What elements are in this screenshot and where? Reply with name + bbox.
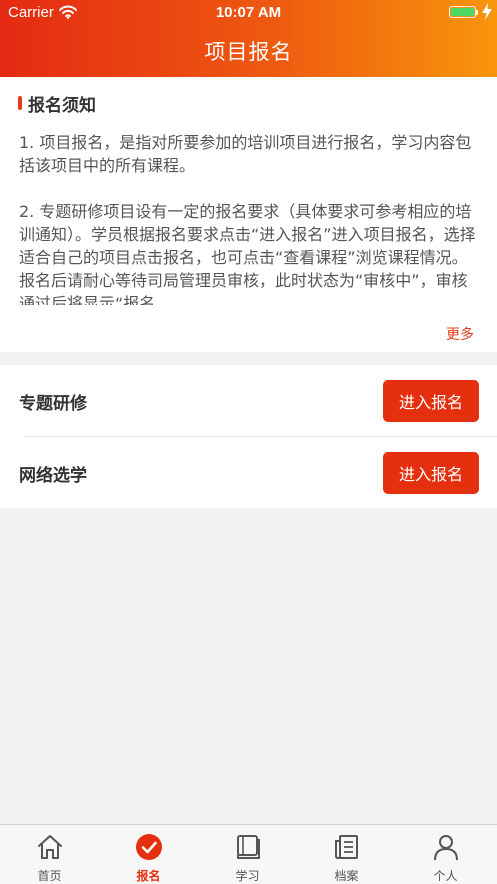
charging-icon bbox=[482, 3, 492, 20]
project-name: 网络选学 bbox=[19, 466, 87, 486]
tab-label: 报名 bbox=[136, 869, 161, 883]
tab-label: 学习 bbox=[235, 869, 260, 883]
app-header: Carrier 10:07 AM 项目报名 bbox=[0, 0, 497, 77]
enroll-button-special-study[interactable]: 进入报名 bbox=[383, 380, 479, 422]
person-icon bbox=[434, 835, 458, 861]
tab-bar: 首页 报名 学习 档案 个人 bbox=[0, 824, 497, 884]
status-time: 10:07 AM bbox=[215, 4, 282, 21]
project-name: 专题研修 bbox=[19, 394, 87, 414]
tab-label: 个人 bbox=[433, 869, 458, 883]
notice-paragraph-1: 1. 项目报名，是指对所要参加的培训项目进行报名，学习内容包括该项目中的所有课程… bbox=[19, 133, 472, 175]
home-icon bbox=[38, 835, 62, 859]
project-row-online-elective: 网络选学 进入报名 bbox=[0, 437, 497, 509]
enroll-button-online-elective[interactable]: 进入报名 bbox=[383, 452, 479, 494]
project-list: 专题研修 进入报名 网络选学 进入报名 bbox=[0, 365, 497, 508]
book-icon bbox=[237, 835, 260, 859]
more-link[interactable]: 更多 bbox=[446, 324, 474, 344]
tab-enroll[interactable]: 报名 bbox=[99, 825, 198, 884]
tab-study[interactable]: 学习 bbox=[198, 825, 297, 884]
notice-title: 报名须知 bbox=[28, 96, 96, 116]
status-bar: Carrier 10:07 AM bbox=[0, 0, 497, 26]
battery-tip bbox=[476, 10, 478, 15]
notice-paragraph-2: 2. 专题研修项目设有一定的报名要求（具体要求可参考相应的培训通知）。学员根据报… bbox=[19, 202, 476, 305]
document-icon bbox=[335, 835, 358, 859]
notice-body: 1. 项目报名，是指对所要参加的培训项目进行报名，学习内容包括该项目中的所有课程… bbox=[19, 131, 481, 305]
tab-records[interactable]: 档案 bbox=[297, 825, 396, 884]
battery-icon bbox=[449, 6, 476, 18]
page-title: 项目报名 bbox=[204, 40, 293, 64]
tab-home[interactable]: 首页 bbox=[0, 825, 99, 884]
tab-label: 首页 bbox=[37, 869, 62, 883]
section-accent-bar bbox=[18, 96, 22, 110]
project-row-special-study: 专题研修 进入报名 bbox=[0, 365, 497, 437]
tab-profile[interactable]: 个人 bbox=[396, 825, 495, 884]
check-circle-icon bbox=[136, 834, 162, 860]
tab-label: 档案 bbox=[334, 869, 359, 883]
